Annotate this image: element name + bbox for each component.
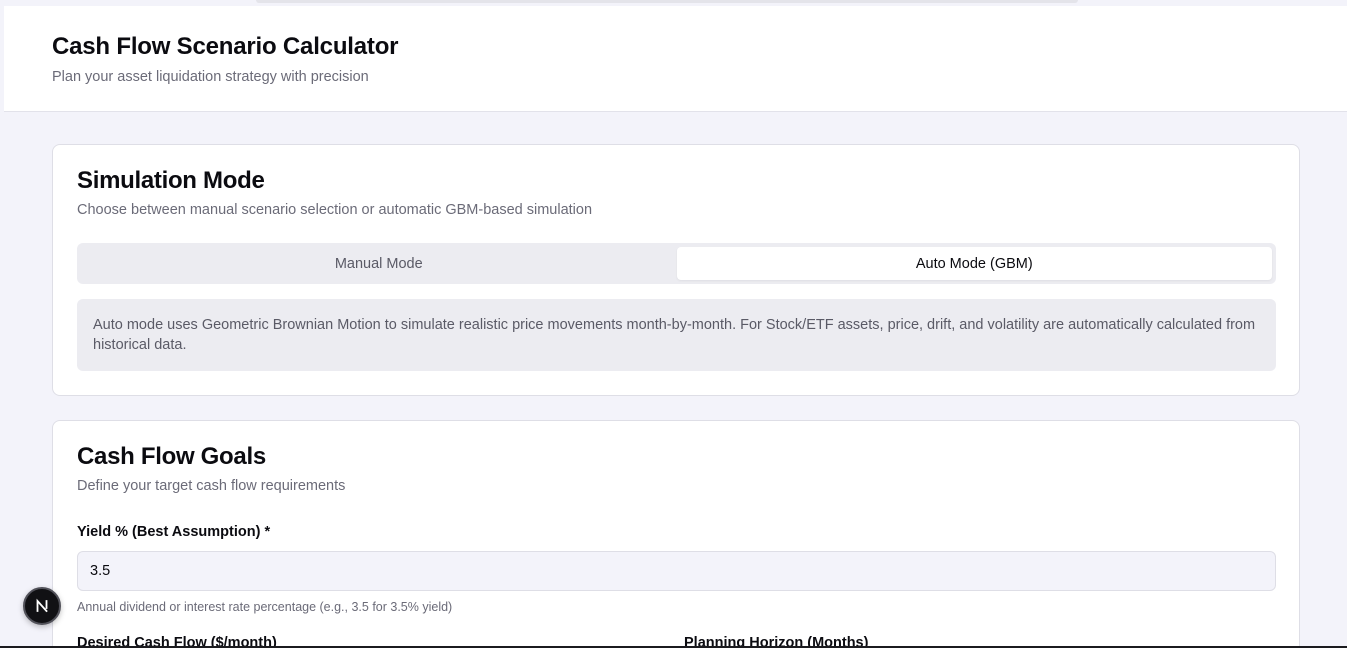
app-header: Cash Flow Scenario Calculator Plan your … (4, 6, 1347, 112)
simulation-mode-title: Simulation Mode (77, 167, 265, 194)
simulation-mode-description: Choose between manual scenario selection… (77, 202, 593, 218)
mode-tabs: Manual Mode Auto Mode (GBM) (77, 243, 1276, 284)
nextjs-icon (36, 598, 48, 613)
cash-flow-goals-description: Define your target cash flow requirement… (77, 478, 346, 494)
cash-flow-goals-title: Cash Flow Goals (77, 443, 266, 470)
page-title: Cash Flow Scenario Calculator (52, 33, 399, 60)
tab-manual-mode[interactable]: Manual Mode (81, 247, 677, 280)
nextjs-dev-badge[interactable] (23, 587, 61, 625)
tab-auto-mode-gbm[interactable]: Auto Mode (GBM) (676, 247, 1272, 280)
yield-help-text: Annual dividend or interest rate percent… (77, 600, 453, 614)
simulation-mode-card: Simulation Mode Choose between manual sc… (52, 144, 1300, 396)
auto-mode-info: Auto mode uses Geometric Brownian Motion… (77, 299, 1276, 371)
browser-top-strip (256, 0, 1078, 3)
yield-input[interactable] (77, 551, 1276, 591)
cash-flow-goals-card: Cash Flow Goals Define your target cash … (52, 420, 1300, 648)
yield-label: Yield % (Best Assumption) * (77, 524, 271, 540)
page-subtitle: Plan your asset liquidation strategy wit… (52, 69, 369, 85)
